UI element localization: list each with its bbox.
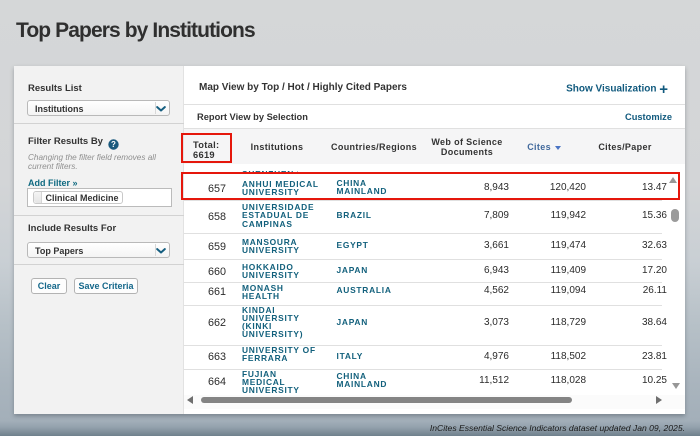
svg-text:?: ? (111, 140, 116, 149)
